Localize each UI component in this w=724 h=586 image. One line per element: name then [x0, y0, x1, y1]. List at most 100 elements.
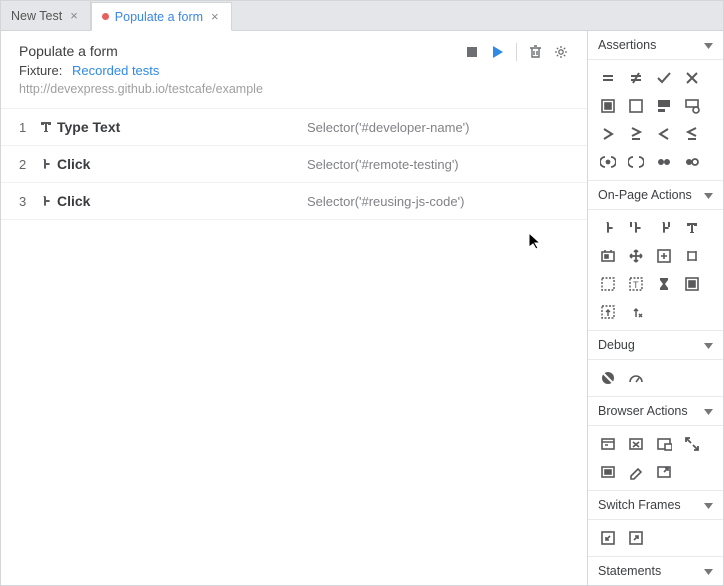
- tab-label: New Test: [11, 9, 62, 23]
- assert-not-equals-icon[interactable]: [622, 64, 650, 92]
- separator: [516, 43, 517, 61]
- action-hover-icon[interactable]: [678, 270, 706, 298]
- panel-onpage-actions: On-Page Actions T: [588, 181, 723, 331]
- step-selector: Selector('#developer-name'): [307, 120, 470, 135]
- close-icon[interactable]: ×: [68, 9, 80, 22]
- action-dragto-icon[interactable]: [650, 242, 678, 270]
- step-row[interactable]: 1 Type Text Selector('#developer-name'): [1, 109, 587, 146]
- chevron-down-icon: [704, 188, 713, 202]
- step-row[interactable]: 3 Click Selector('#reusing-js-code'): [1, 183, 587, 220]
- panel-assertions: Assertions: [588, 31, 723, 181]
- stop-button[interactable]: [464, 44, 480, 60]
- chevron-down-icon: [704, 404, 713, 418]
- chevron-down-icon: [704, 338, 713, 352]
- chevron-down-icon: [704, 498, 713, 512]
- action-drag-icon[interactable]: [622, 242, 650, 270]
- step-number: 3: [19, 194, 39, 209]
- header-toolbar: [464, 43, 569, 61]
- click-icon: [39, 194, 57, 208]
- type-text-icon: [39, 120, 57, 134]
- settings-button[interactable]: [553, 44, 569, 60]
- action-click-icon[interactable]: [594, 214, 622, 242]
- panel-header-frames[interactable]: Switch Frames: [588, 491, 723, 520]
- action-presskey-icon[interactable]: [594, 242, 622, 270]
- assert-within-icon[interactable]: [594, 148, 622, 176]
- debug-breakpoint-icon[interactable]: [594, 364, 622, 392]
- browser-dialog-icon[interactable]: [622, 458, 650, 486]
- fixture-link[interactable]: Recorded tests: [72, 63, 159, 78]
- panel-title: Browser Actions: [598, 404, 688, 418]
- assert-not-typeof-icon[interactable]: [678, 92, 706, 120]
- panel-switch-frames: Switch Frames: [588, 491, 723, 557]
- svg-text:T: T: [633, 280, 639, 290]
- assert-gte-icon[interactable]: [622, 120, 650, 148]
- panel-header-debug[interactable]: Debug: [588, 331, 723, 360]
- tab-populate-form[interactable]: Populate a form ×: [91, 2, 232, 31]
- assert-not-ok-icon[interactable]: [678, 64, 706, 92]
- action-select-textarea-icon[interactable]: [594, 270, 622, 298]
- close-icon[interactable]: ×: [209, 10, 221, 23]
- play-button[interactable]: [490, 44, 506, 60]
- browser-screenshot-icon[interactable]: [650, 430, 678, 458]
- panel-header-browser[interactable]: Browser Actions: [588, 397, 723, 426]
- panel-header-statements[interactable]: Statements: [588, 557, 723, 585]
- frame-switch-main-icon[interactable]: [622, 524, 650, 552]
- tab-label: Populate a form: [115, 10, 203, 24]
- panel-title: Assertions: [598, 38, 656, 52]
- action-clear-upload-icon[interactable]: [622, 298, 650, 326]
- assert-lte-icon[interactable]: [678, 120, 706, 148]
- action-typetext-icon[interactable]: [678, 214, 706, 242]
- frame-switch-to-icon[interactable]: [594, 524, 622, 552]
- tab-bar: New Test × Populate a form ×: [1, 1, 723, 31]
- steps-list: 1 Type Text Selector('#developer-name') …: [1, 109, 587, 220]
- step-selector: Selector('#remote-testing'): [307, 157, 459, 172]
- browser-navigate-icon[interactable]: [594, 430, 622, 458]
- panel-title: On-Page Actions: [598, 188, 692, 202]
- browser-resize-fit-icon[interactable]: [594, 458, 622, 486]
- action-rclick-icon[interactable]: [650, 214, 678, 242]
- step-action: Click: [57, 193, 307, 209]
- delete-button[interactable]: [527, 44, 543, 60]
- assert-typeof-icon[interactable]: [650, 92, 678, 120]
- action-select-editable-icon[interactable]: T: [622, 270, 650, 298]
- browser-resize-icon[interactable]: [678, 430, 706, 458]
- assert-lt-icon[interactable]: [650, 120, 678, 148]
- browser-close-icon[interactable]: [622, 430, 650, 458]
- panel-header-onpage[interactable]: On-Page Actions: [588, 181, 723, 210]
- test-url: http://devexpress.github.io/testcafe/exa…: [19, 82, 464, 96]
- chevron-down-icon: [704, 38, 713, 52]
- step-number: 2: [19, 157, 39, 172]
- panel-header-assertions[interactable]: Assertions: [588, 31, 723, 60]
- step-selector: Selector('#reusing-js-code'): [307, 194, 464, 209]
- actions-panel: Assertions: [588, 31, 723, 585]
- test-header: Populate a form Fixture: Recorded tests …: [1, 31, 587, 109]
- test-title: Populate a form: [19, 43, 464, 59]
- step-row[interactable]: 2 Click Selector('#remote-testing'): [1, 146, 587, 183]
- panel-statements: Statements f: [588, 557, 723, 585]
- assert-contains-icon[interactable]: [594, 92, 622, 120]
- action-dblclick-icon[interactable]: [622, 214, 650, 242]
- panel-title: Switch Frames: [598, 498, 681, 512]
- assert-ok-icon[interactable]: [650, 64, 678, 92]
- chevron-down-icon: [704, 564, 713, 578]
- panel-browser-actions: Browser Actions: [588, 397, 723, 491]
- assert-equals-icon[interactable]: [594, 64, 622, 92]
- assert-not-within-icon[interactable]: [622, 148, 650, 176]
- step-number: 1: [19, 120, 39, 135]
- assert-not-match-icon[interactable]: [678, 148, 706, 176]
- assert-gt-icon[interactable]: [594, 120, 622, 148]
- action-wait-icon[interactable]: [650, 270, 678, 298]
- browser-maximize-icon[interactable]: [650, 458, 678, 486]
- step-action: Click: [57, 156, 307, 172]
- action-selecttext-icon[interactable]: [678, 242, 706, 270]
- panel-title: Debug: [598, 338, 635, 352]
- click-icon: [39, 157, 57, 171]
- editor-pane: Populate a form Fixture: Recorded tests …: [1, 31, 588, 585]
- assert-not-contains-icon[interactable]: [622, 92, 650, 120]
- panel-title: Statements: [598, 564, 661, 578]
- fixture-label: Fixture:: [19, 63, 62, 78]
- tab-new-test[interactable]: New Test ×: [1, 1, 91, 30]
- action-upload-icon[interactable]: [594, 298, 622, 326]
- debug-speed-icon[interactable]: [622, 364, 650, 392]
- assert-match-icon[interactable]: [650, 148, 678, 176]
